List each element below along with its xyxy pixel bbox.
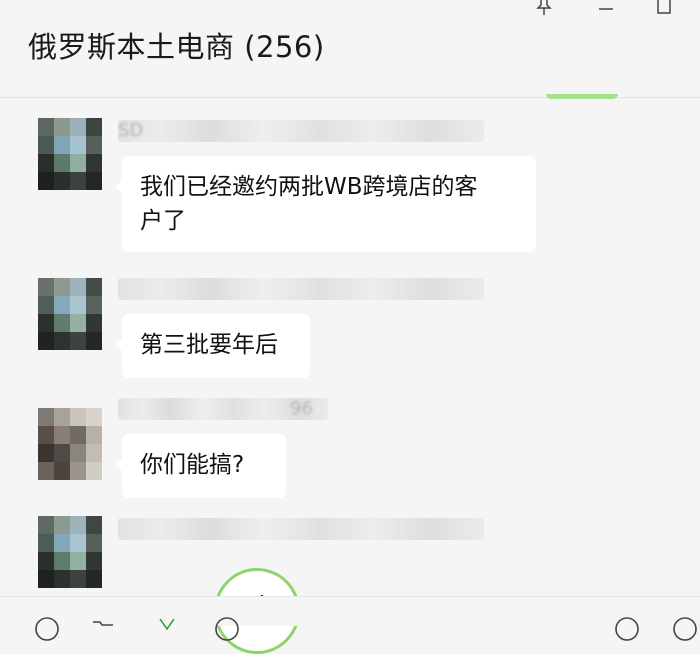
avatar[interactable] — [38, 408, 102, 480]
sender-name-text: SD — [118, 120, 144, 141]
input-toolbar — [0, 596, 700, 641]
sender-name: 96 — [118, 398, 328, 420]
emoji-icon[interactable] — [34, 616, 60, 642]
sender-name — [118, 278, 484, 300]
avatar[interactable] — [38, 118, 102, 190]
sender-name-text: 96 — [290, 398, 313, 419]
screenshot-icon[interactable] — [214, 616, 240, 642]
message-bubble[interactable]: 你们能搞? — [115, 434, 286, 498]
folder-icon[interactable] — [90, 616, 116, 642]
message-bubble[interactable]: 第三批要年后 — [115, 314, 310, 378]
minimize-icon[interactable] — [594, 0, 618, 18]
scissors-icon[interactable] — [154, 616, 180, 642]
avatar[interactable] — [38, 516, 102, 588]
message-text-line: 第三批要年后 — [140, 332, 278, 358]
more-icon[interactable] — [672, 616, 698, 642]
sender-name: SD — [118, 120, 484, 142]
avatar[interactable] — [38, 278, 102, 350]
chat-title: 俄罗斯本土电商 (256) — [28, 30, 325, 64]
maximize-icon[interactable] — [652, 0, 676, 18]
message-list[interactable]: SD 我们已经邀约两批WB跨境店的客 户了 第三批要年后 96 你们能搞? — [0, 98, 700, 595]
title-bar: 俄罗斯本土电商 (256) — [0, 0, 700, 98]
chat-history-icon[interactable] — [614, 616, 640, 642]
message-text-line: 我们已经邀约两批WB跨境店的客 — [140, 174, 478, 200]
sender-name — [118, 518, 484, 540]
message-text-line: 户了 — [140, 208, 186, 234]
pin-icon[interactable] — [532, 0, 556, 18]
message-bubble[interactable]: 我们已经邀约两批WB跨境店的客 户了 — [115, 156, 536, 252]
message-text-line: 你们能搞? — [140, 452, 245, 478]
